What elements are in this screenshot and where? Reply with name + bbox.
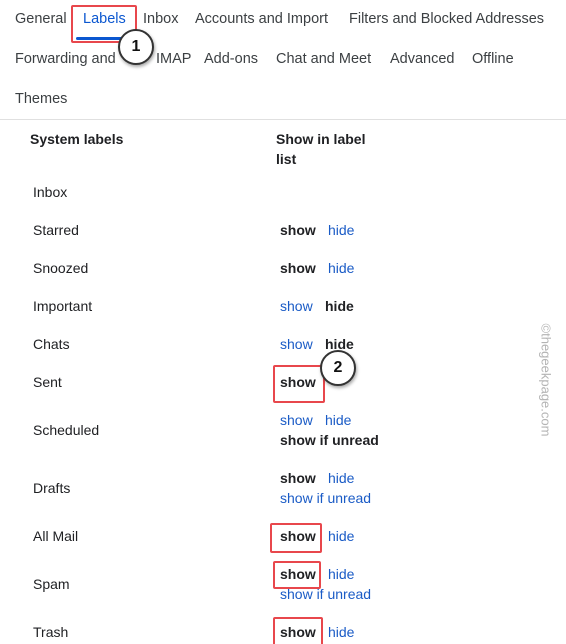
starred-show-option[interactable]: show bbox=[280, 220, 316, 240]
watermark: ©thegeekpage.com bbox=[536, 300, 556, 460]
spam-show-highlight bbox=[273, 561, 321, 589]
tab-forwarding-imap-label[interactable]: IMAP bbox=[156, 49, 191, 69]
drafts-show-if-unread-link[interactable]: show if unread bbox=[280, 488, 371, 508]
scheduled-show-if-unread-option[interactable]: show if unread bbox=[280, 430, 379, 450]
label-snoozed: Snoozed bbox=[33, 260, 89, 276]
label-inbox: Inbox bbox=[33, 184, 68, 200]
show-in-label-list-header-line2: list bbox=[276, 151, 297, 167]
step-1-badge: 1 bbox=[118, 29, 154, 65]
important-hide-option[interactable]: hide bbox=[325, 296, 354, 316]
starred-hide-link[interactable]: hide bbox=[328, 220, 354, 240]
all-mail-hide-link[interactable]: hide bbox=[328, 526, 354, 546]
trash-hide-link[interactable]: hide bbox=[328, 622, 354, 642]
drafts-hide-link[interactable]: hide bbox=[328, 468, 354, 488]
tab-offline[interactable]: Offline bbox=[472, 49, 514, 69]
tab-themes[interactable]: Themes bbox=[15, 89, 67, 109]
label-spam: Spam bbox=[33, 576, 70, 592]
tab-inbox[interactable]: Inbox bbox=[143, 9, 178, 29]
tab-forwarding-label[interactable]: Forwarding and bbox=[15, 49, 116, 69]
label-important: Important bbox=[33, 298, 93, 314]
all-mail-show-highlight bbox=[270, 523, 322, 553]
scheduled-show-link[interactable]: show bbox=[280, 410, 313, 430]
label-trash: Trash bbox=[33, 624, 69, 640]
snoozed-show-option[interactable]: show bbox=[280, 258, 316, 278]
chats-show-link[interactable]: show bbox=[280, 334, 313, 354]
tab-accounts-and-import[interactable]: Accounts and Import bbox=[195, 9, 328, 29]
tab-general[interactable]: General bbox=[15, 9, 67, 29]
watermark-text: ©thegeekpage.com bbox=[538, 323, 554, 437]
label-sent: Sent bbox=[33, 374, 62, 390]
scheduled-hide-link[interactable]: hide bbox=[325, 410, 351, 430]
step-2-badge: 2 bbox=[320, 350, 356, 386]
label-scheduled: Scheduled bbox=[33, 422, 100, 438]
important-show-link[interactable]: show bbox=[280, 296, 313, 316]
trash-show-highlight bbox=[273, 617, 323, 644]
label-chats: Chats bbox=[33, 336, 70, 352]
tabs-divider bbox=[0, 119, 566, 120]
tab-filters-and-blocked-addresses[interactable]: Filters and Blocked Addresses bbox=[349, 9, 544, 29]
sent-show-highlight bbox=[273, 365, 325, 403]
snoozed-hide-link[interactable]: hide bbox=[328, 258, 354, 278]
label-starred: Starred bbox=[33, 222, 79, 238]
spam-hide-link[interactable]: hide bbox=[328, 564, 354, 584]
drafts-show-option[interactable]: show bbox=[280, 468, 316, 488]
tab-add-ons[interactable]: Add-ons bbox=[204, 49, 258, 69]
system-labels-header: System labels bbox=[30, 131, 124, 147]
tab-advanced[interactable]: Advanced bbox=[390, 49, 455, 69]
label-drafts: Drafts bbox=[33, 480, 71, 496]
show-in-label-list-header: Show in label bbox=[276, 131, 366, 147]
tab-chat-and-meet[interactable]: Chat and Meet bbox=[276, 49, 371, 69]
label-all-mail: All Mail bbox=[33, 528, 79, 544]
